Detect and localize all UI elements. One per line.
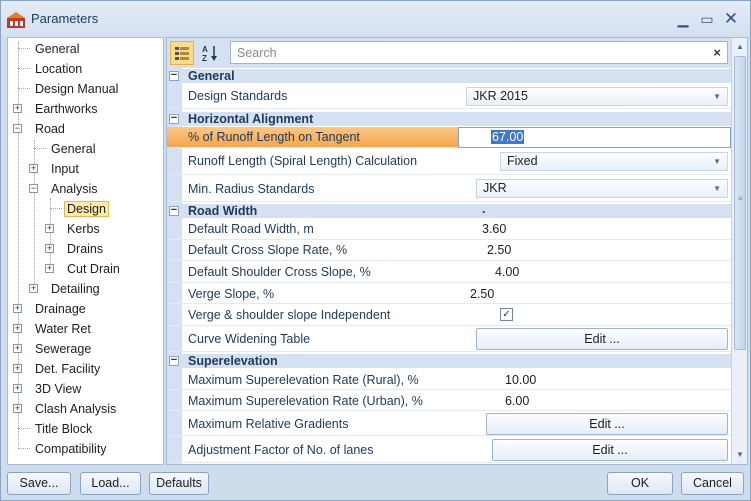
runoff-calc-dropdown[interactable]: Fixed ▼ (500, 152, 728, 171)
tree-item-compatibility[interactable]: Compatibility (32, 440, 110, 458)
sort-az-icon: A Z (202, 45, 217, 63)
scroll-down-icon[interactable]: ▼ (733, 448, 747, 462)
title-bar[interactable]: Parameters ▁ ▭ ✕ (1, 1, 750, 37)
category-superelevation[interactable]: − Superelevation (167, 354, 731, 368)
defaults-button[interactable]: Defaults (149, 472, 209, 495)
collapse-icon[interactable]: − (13, 124, 22, 133)
expand-icon[interactable]: + (13, 384, 22, 393)
expand-icon[interactable]: + (29, 164, 38, 173)
save-button[interactable]: Save... (7, 472, 71, 495)
svg-text:A: A (202, 45, 208, 54)
verge-independent-checkbox[interactable]: ✓ (500, 308, 513, 321)
close-icon[interactable]: ✕ (721, 9, 741, 29)
tree-item-sewerage[interactable]: Sewerage (32, 340, 94, 358)
categorized-button[interactable] (170, 41, 194, 65)
collapse-icon[interactable]: − (169, 355, 179, 366)
tree-item-road-general[interactable]: General (48, 140, 98, 158)
property-row[interactable]: Maximum Relative Gradients Edit ... (167, 411, 731, 436)
clear-search-icon[interactable]: × (713, 45, 721, 60)
chevron-down-icon: ▼ (713, 92, 721, 101)
property-row[interactable]: Curve Widening Table Edit ... (167, 326, 731, 352)
tree-item-water-ret[interactable]: Water Ret (32, 320, 94, 338)
expand-icon[interactable]: + (13, 404, 22, 413)
property-row[interactable]: Adjustment Factor of No. of lanes Edit .… (167, 436, 731, 463)
expand-icon[interactable]: + (13, 364, 22, 373)
ok-button[interactable]: OK (607, 472, 673, 495)
collapse-icon[interactable]: − (29, 184, 38, 193)
tree-item-input[interactable]: Input (48, 160, 82, 178)
category-tree[interactable]: General Location Design Manual + Earthwo… (7, 37, 164, 465)
property-row[interactable]: Default Shoulder Cross Slope, % 4.00 (167, 261, 731, 283)
tree-item-clash-analysis[interactable]: Clash Analysis (32, 400, 119, 418)
tree-item-earthworks[interactable]: Earthworks (32, 100, 101, 118)
property-row[interactable]: Design Standards JKR 2015 ▼ (167, 84, 731, 109)
tree-item-drains[interactable]: Drains (64, 240, 106, 258)
sort-az-button[interactable]: A Z (198, 41, 222, 65)
property-row[interactable]: Default Road Width, m 3.60 (167, 219, 731, 240)
collapse-icon[interactable]: − (169, 205, 179, 216)
svg-text:Z: Z (202, 54, 207, 63)
category-road-width[interactable]: − Road Width . (167, 202, 731, 218)
tree-item-kerbs[interactable]: Kerbs (64, 220, 103, 238)
scrollbar-thumb[interactable]: ≡ (734, 56, 746, 350)
expand-icon[interactable]: + (45, 264, 54, 273)
property-row-selected[interactable]: % of Runoff Length on Tangent 67.00 (167, 127, 731, 148)
load-button[interactable]: Load... (80, 472, 141, 495)
tree-item-title-block[interactable]: Title Block (32, 420, 95, 438)
chevron-down-icon: ▼ (713, 184, 721, 193)
grip-icon: ≡ (738, 194, 743, 203)
maximize-icon[interactable]: ▭ (697, 9, 717, 29)
max-relative-gradients-edit-button[interactable]: Edit ... (486, 413, 728, 435)
tree-item-design-manual[interactable]: Design Manual (32, 80, 121, 98)
expand-icon[interactable]: + (13, 104, 22, 113)
tree-item-det-facility[interactable]: Det. Facility (32, 360, 103, 378)
tree-item-3d-view[interactable]: 3D View (32, 380, 84, 398)
property-row[interactable]: Runoff Length (Spiral Length) Calculatio… (167, 148, 731, 175)
tree-item-drainage[interactable]: Drainage (32, 300, 89, 318)
property-grid[interactable]: A Z × − General Design Standards (166, 37, 748, 465)
tree-item-design[interactable]: Design (64, 200, 109, 218)
grid-toolbar: A Z × (167, 38, 731, 68)
minimize-icon[interactable]: ▁ (673, 9, 693, 29)
tree-item-road[interactable]: Road (32, 120, 68, 138)
expand-icon[interactable]: + (45, 224, 54, 233)
app-logo-icon (7, 12, 25, 28)
tree-item-analysis[interactable]: Analysis (48, 180, 101, 198)
min-radius-dropdown[interactable]: JKR ▼ (476, 179, 728, 198)
categorized-icon (175, 47, 189, 60)
curve-widening-edit-button[interactable]: Edit ... (476, 328, 728, 350)
search-input[interactable] (231, 42, 701, 63)
category-general[interactable]: − General (167, 69, 731, 83)
cancel-button[interactable]: Cancel (681, 472, 744, 495)
scroll-up-icon[interactable]: ▲ (733, 40, 747, 54)
property-row[interactable]: Maximum Superelevation Rate (Urban), % 6… (167, 390, 731, 411)
runoff-length-input[interactable]: 67.00 (458, 127, 731, 148)
expand-icon[interactable]: + (29, 284, 38, 293)
expand-icon[interactable]: + (13, 304, 22, 313)
property-row[interactable]: Verge Slope, % 2.50 (167, 283, 731, 304)
design-standards-dropdown[interactable]: JKR 2015 ▼ (466, 87, 728, 106)
tree-item-location[interactable]: Location (32, 60, 85, 78)
parameters-window: Parameters ▁ ▭ ✕ General Location Design… (0, 0, 751, 501)
property-row[interactable]: Maximum Superelevation Rate (Rural), % 1… (167, 369, 731, 390)
tree-item-detailing[interactable]: Detailing (48, 280, 103, 298)
collapse-icon[interactable]: − (169, 113, 179, 124)
expand-icon[interactable]: + (45, 244, 54, 253)
vertical-scrollbar[interactable]: ▲ ≡ ▼ (731, 38, 747, 464)
expand-icon[interactable]: + (13, 324, 22, 333)
collapse-icon[interactable]: − (169, 70, 179, 81)
category-horizontal-alignment[interactable]: − Horizontal Alignment (167, 112, 731, 126)
window-title: Parameters (31, 11, 99, 26)
adjustment-factor-edit-button[interactable]: Edit ... (492, 439, 728, 461)
tree-item-general[interactable]: General (32, 40, 82, 58)
property-row[interactable]: Verge & shoulder slope Independent ✓ (167, 304, 731, 326)
tree-item-cut-drain[interactable]: Cut Drain (64, 260, 123, 278)
property-row[interactable]: Default Cross Slope Rate, % 2.50 (167, 240, 731, 261)
chevron-down-icon: ▼ (713, 157, 721, 166)
property-row[interactable]: Min. Radius Standards JKR ▼ (167, 175, 731, 202)
expand-icon[interactable]: + (13, 344, 22, 353)
search-box[interactable]: × (230, 41, 728, 64)
